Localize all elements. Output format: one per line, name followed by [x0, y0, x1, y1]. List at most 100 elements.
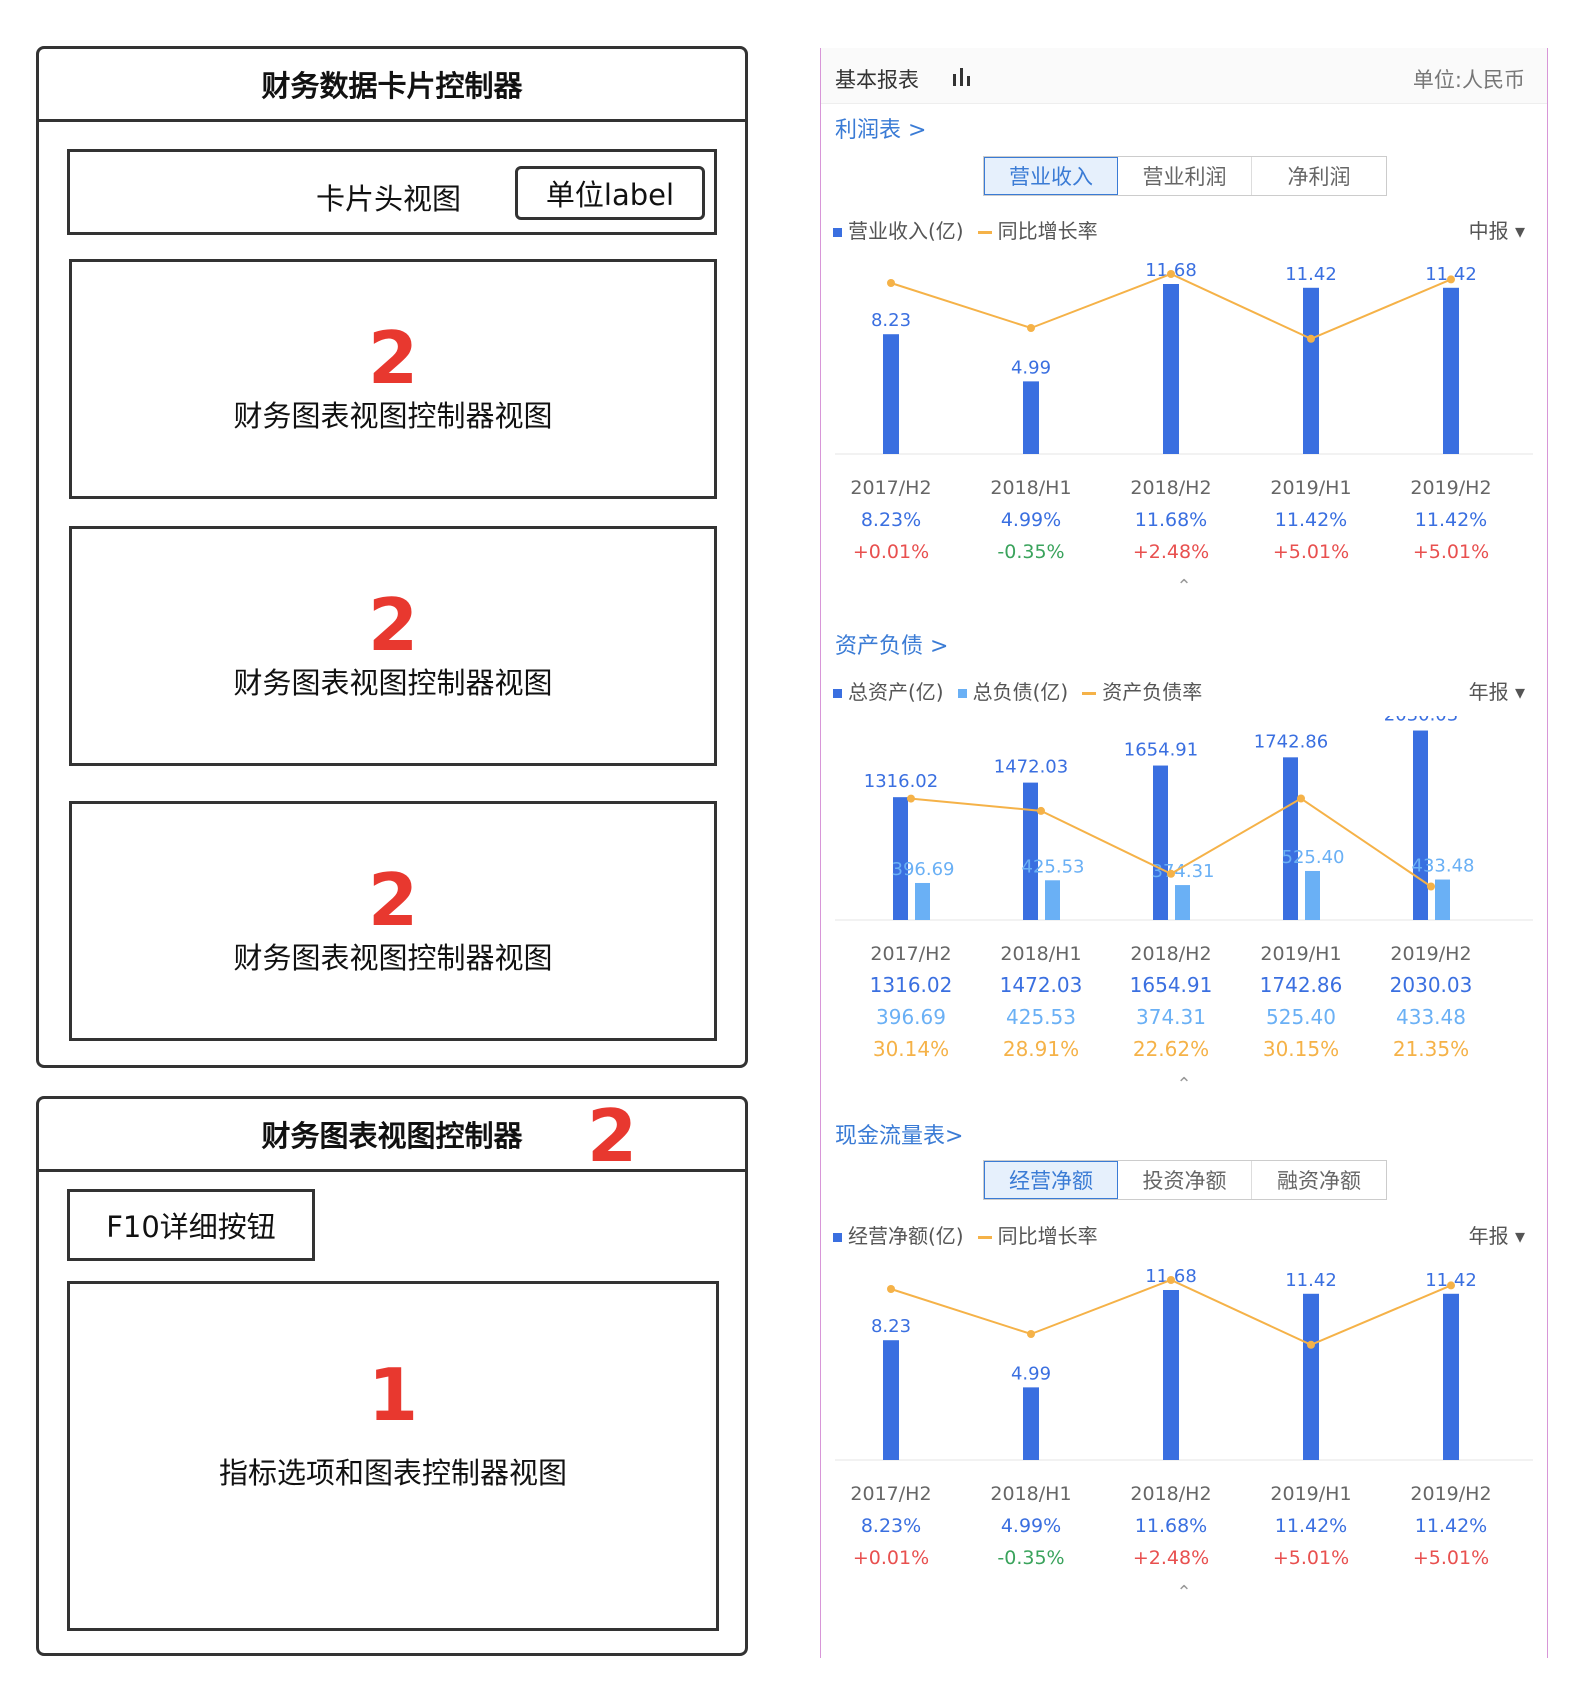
growth-point — [1447, 1281, 1455, 1290]
bar — [1163, 284, 1179, 454]
collapse-icon: ⌃ — [1176, 1074, 1191, 1095]
chart-view-label: 财务图表视图控制器视图 — [233, 666, 553, 700]
bar-total-assets — [1153, 765, 1168, 920]
caret-down-icon: ▾ — [1514, 219, 1525, 243]
bar-total-liabilities — [1435, 879, 1450, 920]
data-label: 1316.02 — [864, 771, 938, 792]
category-label: 2018/H1 — [1000, 943, 1081, 965]
panel-title: 基本报表 — [835, 68, 919, 92]
bar-total-liabilities — [1045, 880, 1060, 920]
bar-total-liabilities — [1175, 885, 1190, 920]
category-label: 2019/H2 — [1410, 1483, 1491, 1505]
debt-ratio-point — [1427, 882, 1435, 891]
balance-sheet-link[interactable]: 资产负债 > — [835, 628, 948, 660]
panel-header: 基本报表 单位:人民币 — [821, 48, 1547, 104]
row-value: 8.23% — [861, 1515, 921, 1537]
debt-ratio-point — [1037, 806, 1045, 815]
tab-investing-net[interactable]: 投资净额 — [1118, 1161, 1252, 1199]
chart-controller-title-text: 财务图表视图控制器 — [261, 1119, 523, 1153]
profit-period-select[interactable]: 中报 ▾ — [1469, 215, 1525, 244]
cash-flow-link[interactable]: 现金流量表> — [835, 1118, 963, 1150]
growth-point — [1167, 270, 1175, 278]
row-change: +5.01% — [1273, 1547, 1349, 1569]
legend-item-revenue: 营业收入(亿) — [833, 215, 964, 244]
collapse-icon: ⌃ — [1176, 576, 1191, 597]
growth-point — [1027, 1330, 1035, 1338]
cash-period-select[interactable]: 年报 ▾ — [1469, 1220, 1525, 1249]
category-label: 2017/H2 — [850, 1483, 931, 1505]
row-value: 4.99% — [1001, 509, 1061, 531]
row-change: +0.01% — [853, 1547, 929, 1569]
bar — [1023, 381, 1039, 454]
growth-point — [1307, 334, 1315, 343]
data-label: 396.69 — [892, 859, 955, 880]
tab-revenue[interactable]: 营业收入 — [984, 157, 1118, 195]
data-label: 2030.03 — [1384, 716, 1458, 726]
tab-financing-net[interactable]: 融资净额 — [1252, 1161, 1386, 1199]
row-value: 374.31 — [1136, 1005, 1206, 1029]
legend-item-operating-net: 经营净额(亿) — [833, 1220, 964, 1249]
category-label: 2018/H2 — [1130, 477, 1211, 499]
chart-controller-frame: 财务图表视图控制器 2 F10详细按钮 1 指标选项和图表控制器视图 — [36, 1096, 748, 1656]
legend-item-growth: 同比增长率 — [977, 215, 1098, 244]
row-value: 1654.91 — [1130, 973, 1213, 997]
options-view-label: 指标选项和图表控制器视图 — [218, 1456, 567, 1490]
profit-statement-link[interactable]: 利润表 > — [835, 112, 926, 144]
row-value: 525.40 — [1266, 1005, 1336, 1029]
category-label: 2019/H1 — [1260, 943, 1341, 965]
legend-item-total-liabilities: 总负债(亿) — [957, 676, 1068, 705]
bar — [883, 334, 899, 454]
profit-tabs: 营业收入 营业利润 净利润 — [983, 156, 1387, 196]
profit-chart: 8.234.9911.6811.4211.422017/H28.23%+0.01… — [835, 260, 1533, 597]
caret-down-icon: ▾ — [1514, 680, 1525, 704]
bar — [1163, 1290, 1179, 1460]
debt-ratio-point — [1167, 869, 1175, 878]
cash-legend: 经营净额(亿) 同比增长率 — [833, 1220, 1098, 1249]
growth-point — [887, 1285, 895, 1293]
row-value: 11.42% — [1275, 509, 1347, 531]
data-label: 1654.91 — [1124, 740, 1198, 761]
data-label: 433.48 — [1412, 856, 1475, 877]
category-label: 2017/H2 — [870, 943, 951, 965]
tab-operating-net[interactable]: 经营净额 — [984, 1161, 1118, 1199]
bar — [1303, 1293, 1319, 1460]
row-value: 4.99% — [1001, 1515, 1061, 1537]
row-value: 11.42% — [1415, 509, 1487, 531]
data-label: 1742.86 — [1254, 731, 1328, 752]
row-value: 11.42% — [1275, 1515, 1347, 1537]
balance-period-select[interactable]: 年报 ▾ — [1469, 676, 1525, 705]
tab-net-profit[interactable]: 净利润 — [1252, 157, 1386, 195]
card-header-view: 卡片头视图 单位label — [67, 149, 717, 235]
card-header-view-label: 卡片头视图 — [316, 182, 462, 216]
chart-view-box-1: 2 财务图表视图控制器视图 — [69, 259, 717, 499]
category-label: 2017/H2 — [850, 477, 931, 499]
data-label: 8.23 — [871, 1316, 911, 1337]
legend-item-debt-ratio: 资产负债率 — [1082, 676, 1202, 705]
row-change: -0.35% — [997, 541, 1064, 563]
row-value: 28.91% — [1003, 1037, 1079, 1061]
bar — [1443, 287, 1459, 454]
growth-point — [1307, 1340, 1315, 1349]
tab-operating-profit[interactable]: 营业利润 — [1118, 157, 1252, 195]
bar-total-assets — [1283, 757, 1298, 920]
bar — [883, 1340, 899, 1460]
row-value: 21.35% — [1393, 1037, 1469, 1061]
growth-point — [1167, 1276, 1175, 1284]
row-value: 1472.03 — [1000, 973, 1083, 997]
balance-chart: 1316.02 396.69 1472.03 425.53 1654.91 374.31 1… — [835, 716, 1533, 1095]
data-label: 4.99 — [1011, 1363, 1051, 1384]
row-value: 11.68% — [1135, 1515, 1207, 1537]
card-controller-title: 财务数据卡片控制器 — [39, 49, 745, 122]
bar — [1443, 1293, 1459, 1460]
chart-view-box-2: 2 财务图表视图控制器视图 — [69, 526, 717, 766]
bar-chart-icon — [951, 66, 975, 90]
row-value: 30.14% — [873, 1037, 949, 1061]
row-change: +0.01% — [853, 541, 929, 563]
growth-point — [1447, 275, 1455, 284]
profit-legend: 营业收入(亿) 同比增长率 — [833, 215, 1098, 244]
row-change: -0.35% — [997, 1547, 1064, 1569]
caret-down-icon: ▾ — [1514, 1224, 1525, 1248]
data-label: 8.23 — [871, 310, 911, 331]
bar — [1303, 287, 1319, 454]
growth-point — [887, 279, 895, 287]
